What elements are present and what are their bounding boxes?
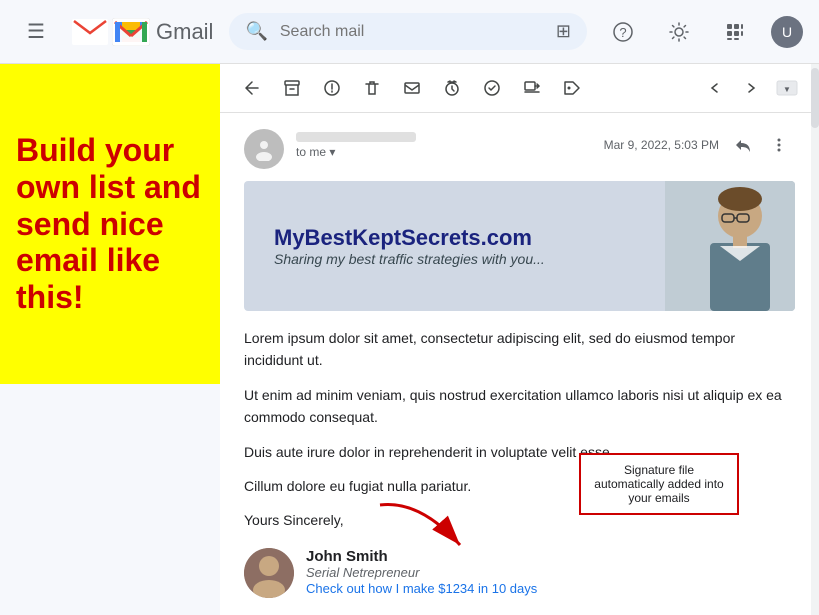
report-spam-button[interactable] xyxy=(316,72,348,104)
delete-button[interactable] xyxy=(356,72,388,104)
search-filter-icon[interactable]: ⊞ xyxy=(556,21,571,42)
next-email-button[interactable] xyxy=(735,72,767,104)
topbar: ☰ xyxy=(0,0,819,64)
archive-button[interactable] xyxy=(276,72,308,104)
search-input[interactable] xyxy=(280,23,544,41)
mark-read-button[interactable] xyxy=(396,72,428,104)
svg-text:▼: ▼ xyxy=(783,85,791,94)
hamburger-menu-icon[interactable]: ☰ xyxy=(16,12,56,52)
reply-icon[interactable] xyxy=(727,129,759,161)
add-to-tasks-button[interactable] xyxy=(476,72,508,104)
prev-email-button[interactable] xyxy=(699,72,731,104)
avatar[interactable]: U xyxy=(771,16,803,48)
body-para-1: Lorem ipsum dolor sit amet, consectetur … xyxy=(244,327,795,372)
label-button[interactable] xyxy=(556,72,588,104)
search-icon: 🔍 xyxy=(245,21,267,42)
email-meta: to me ▾ xyxy=(296,129,592,159)
yellow-overlay: Build your own list and send nice email … xyxy=(0,64,220,384)
gmail-m-icon xyxy=(72,19,108,45)
banner-text-area: MyBestKeptSecrets.com Sharing my best tr… xyxy=(244,205,665,287)
email-actions xyxy=(727,129,795,161)
sender-avatar xyxy=(244,129,284,169)
help-icon[interactable]: ? xyxy=(603,12,643,52)
scrollbar[interactable] xyxy=(811,64,819,615)
sender-name xyxy=(296,129,592,145)
pagination-nav: ▼ xyxy=(699,72,803,104)
more-options-icon[interactable] xyxy=(763,129,795,161)
annotation-arrow xyxy=(370,495,490,560)
move-to-button[interactable] xyxy=(516,72,548,104)
email-view: to me ▾ Mar 9, 2022, 5:03 PM xyxy=(220,113,819,615)
sig-link[interactable]: Check out how I make $1234 in 10 days xyxy=(306,581,537,596)
gmail-logo: Gmail xyxy=(72,18,213,46)
banner-person-svg xyxy=(665,181,795,311)
banner-image xyxy=(665,181,795,311)
email-date: Mar 9, 2022, 5:03 PM xyxy=(604,129,795,161)
banner-title: MyBestKeptSecrets.com xyxy=(274,225,635,251)
body-para-2: Ut enim ad minim veniam, quis nostrud ex… xyxy=(244,384,795,429)
sig-avatar xyxy=(244,548,294,598)
topbar-icons: ? U xyxy=(603,12,803,52)
email-to: to me ▾ xyxy=(296,145,592,159)
gmail-text: Gmail xyxy=(156,19,213,45)
sig-title: Serial Netrepreneur xyxy=(306,565,537,580)
signature-annotation-box: Signature file automatically added into … xyxy=(579,453,739,515)
email-banner: MyBestKeptSecrets.com Sharing my best tr… xyxy=(244,181,795,311)
signature-area: John Smith Serial Netrepreneur Check out… xyxy=(244,548,795,598)
content-area: ▼ to me ▾ Mar 9, 2 xyxy=(220,64,819,615)
scrollbar-thumb[interactable] xyxy=(811,68,819,128)
svg-text:?: ? xyxy=(619,25,626,40)
yellow-overlay-text: Build your own list and send nice email … xyxy=(16,132,204,316)
back-button[interactable] xyxy=(236,72,268,104)
snooze-button[interactable] xyxy=(436,72,468,104)
banner-subtitle: Sharing my best traffic strategies with … xyxy=(274,251,635,267)
email-header: to me ▾ Mar 9, 2022, 5:03 PM xyxy=(244,129,795,169)
search-bar: 🔍 ⊞ xyxy=(229,13,587,50)
apps-icon[interactable] xyxy=(715,12,755,52)
view-options-button[interactable]: ▼ xyxy=(771,72,803,104)
email-toolbar: ▼ xyxy=(220,64,819,113)
gmail-logo-svg xyxy=(112,18,150,46)
settings-icon[interactable] xyxy=(659,12,699,52)
